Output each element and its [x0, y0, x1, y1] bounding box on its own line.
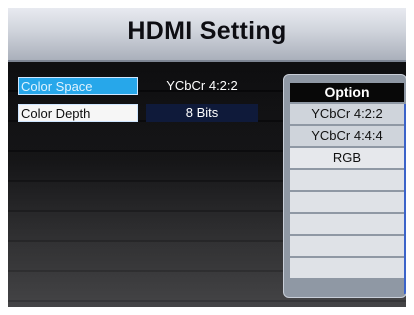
- option-scrollbar[interactable]: [404, 104, 406, 294]
- option-popup: Option YCbCr 4:2:2 YCbCr 4:4:4 RGB: [283, 74, 406, 298]
- option-rgb[interactable]: RGB: [290, 148, 404, 168]
- setting-row-color-depth[interactable]: Color Depth 8 Bits: [18, 104, 258, 124]
- color-space-value: YCbCr 4:2:2: [166, 78, 238, 93]
- color-depth-label[interactable]: Color Depth: [18, 104, 138, 122]
- color-depth-value: 8 Bits: [146, 104, 258, 122]
- option-empty-slot: [290, 170, 404, 190]
- page-title: HDMI Setting: [127, 17, 287, 45]
- option-list: YCbCr 4:2:2 YCbCr 4:4:4 RGB: [290, 104, 404, 280]
- option-empty-slot: [290, 236, 404, 256]
- option-empty-slot: [290, 192, 404, 212]
- option-header: Option: [290, 83, 404, 102]
- option-ycbcr-444[interactable]: YCbCr 4:4:4: [290, 126, 404, 146]
- tv-screen: HDMI Setting Color Space YCbCr 4:2:2 Col…: [8, 8, 406, 307]
- title-bar: HDMI Setting: [8, 8, 406, 62]
- option-ycbcr-422[interactable]: YCbCr 4:2:2: [290, 104, 404, 124]
- color-space-label[interactable]: Color Space: [18, 77, 138, 95]
- option-empty-slot: [290, 258, 404, 278]
- option-empty-slot: [290, 214, 404, 234]
- setting-row-color-space[interactable]: Color Space YCbCr 4:2:2: [18, 77, 258, 97]
